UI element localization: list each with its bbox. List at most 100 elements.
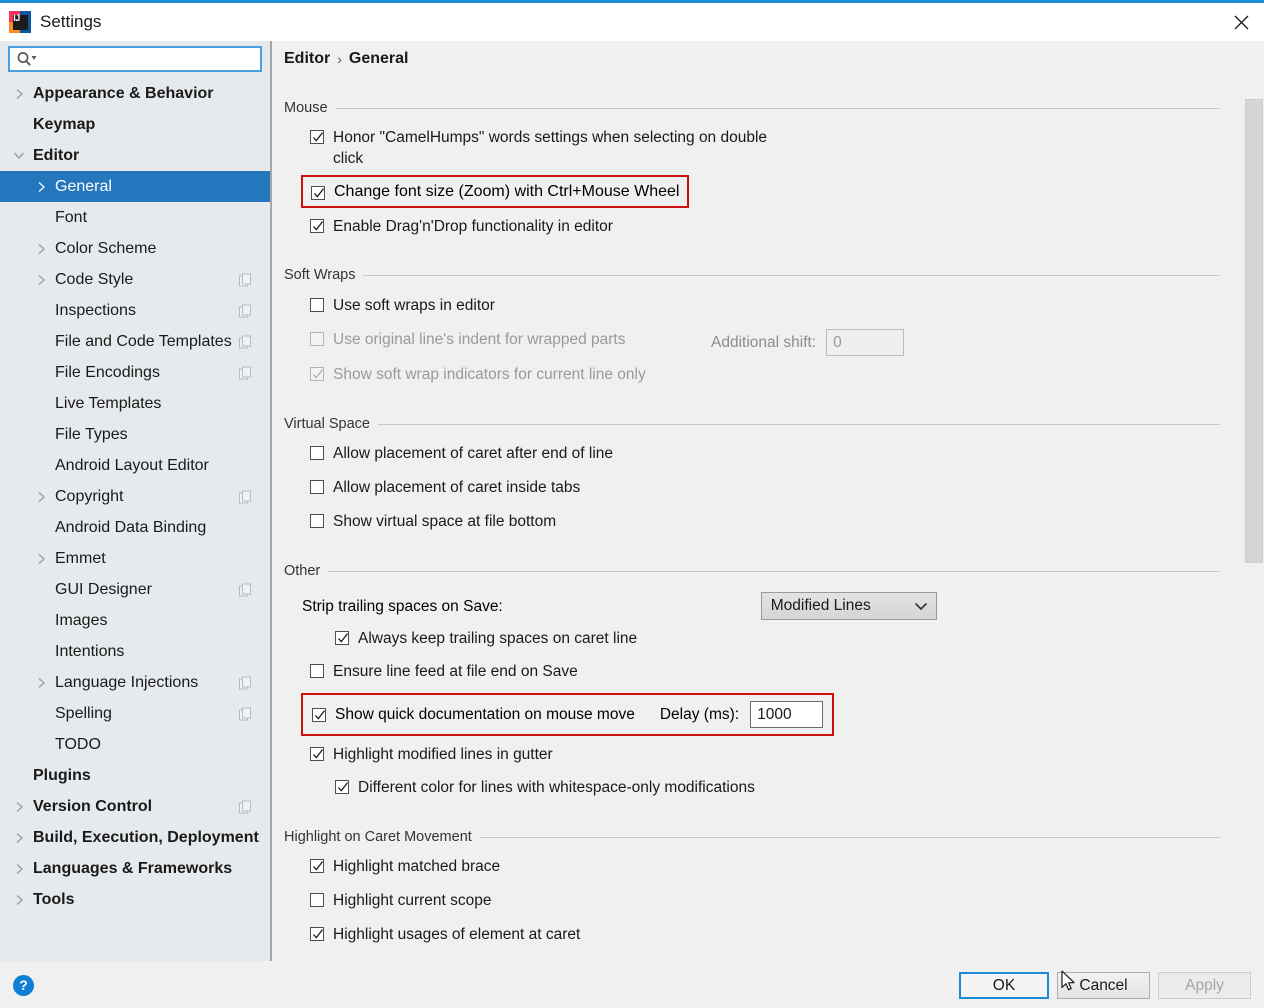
sidebar-item-font[interactable]: Font bbox=[0, 202, 270, 233]
chevron-right-icon[interactable] bbox=[32, 553, 50, 565]
highlight-box-quick-doc: Show quick documentation on mouse move D… bbox=[301, 693, 1264, 736]
sidebar-item-todo[interactable]: TODO bbox=[0, 729, 270, 760]
search-field-wrapper bbox=[8, 46, 262, 72]
sidebar-item-color-scheme[interactable]: Color Scheme bbox=[0, 233, 270, 264]
option-label: Show quick documentation on mouse move bbox=[335, 704, 635, 725]
main-scrollbar-track[interactable] bbox=[1243, 41, 1264, 961]
breadcrumb-current: General bbox=[349, 50, 409, 68]
checkbox-virtual-space-bottom[interactable] bbox=[310, 514, 324, 528]
option-highlight-modified-lines[interactable]: Highlight modified lines in gutter bbox=[310, 744, 1264, 770]
sidebar-item-file-and-code-templates[interactable]: File and Code Templates bbox=[0, 326, 270, 357]
sidebar-item-label: TODO bbox=[55, 736, 101, 754]
settings-main-panel: Editor › General Mouse Honor "CamelHumps… bbox=[272, 41, 1264, 961]
sidebar-item-language-injections[interactable]: Language Injections bbox=[0, 667, 270, 698]
option-show-soft-wrap-indicators: Show soft wrap indicators for current li… bbox=[310, 364, 1264, 390]
option-ensure-line-feed[interactable]: Ensure line feed at file end on Save bbox=[310, 661, 1264, 687]
ok-button[interactable]: OK bbox=[959, 972, 1049, 999]
checkbox-ensure-line-feed[interactable] bbox=[310, 664, 324, 678]
checkbox-caret-inside-tabs[interactable] bbox=[310, 480, 324, 494]
sidebar-item-languages-frameworks[interactable]: Languages & Frameworks bbox=[0, 853, 270, 884]
sidebar-item-keymap[interactable]: Keymap bbox=[0, 109, 270, 140]
checkbox-different-color-whitespace[interactable] bbox=[335, 780, 349, 794]
checkbox-caret-after-eol[interactable] bbox=[310, 446, 324, 460]
sidebar-item-editor[interactable]: Editor bbox=[0, 140, 270, 171]
sidebar-item-gui-designer[interactable]: GUI Designer bbox=[0, 574, 270, 605]
sidebar-item-plugins[interactable]: Plugins bbox=[0, 760, 270, 791]
checkbox-highlight-current-scope[interactable] bbox=[310, 893, 324, 907]
option-different-color-whitespace[interactable]: Different color for lines with whitespac… bbox=[335, 777, 1264, 803]
sidebar-item-code-style[interactable]: Code Style bbox=[0, 264, 270, 295]
option-highlight-matched-brace[interactable]: Highlight matched brace bbox=[310, 856, 1264, 882]
chevron-right-icon[interactable] bbox=[32, 677, 50, 689]
sidebar-item-file-types[interactable]: File Types bbox=[0, 419, 270, 450]
sidebar-item-intentions[interactable]: Intentions bbox=[0, 636, 270, 667]
sidebar-item-spelling[interactable]: Spelling bbox=[0, 698, 270, 729]
main-scrollbar-thumb[interactable] bbox=[1245, 99, 1263, 563]
checkbox-honor-camelhumps[interactable] bbox=[310, 130, 324, 144]
chevron-right-icon[interactable] bbox=[10, 894, 28, 906]
checkbox-highlight-matched-brace[interactable] bbox=[310, 859, 324, 873]
chevron-right-icon[interactable] bbox=[32, 243, 50, 255]
option-change-font-size[interactable]: Change font size (Zoom) with Ctrl+Mouse … bbox=[301, 175, 689, 208]
option-show-quick-documentation[interactable]: Show quick documentation on mouse move D… bbox=[301, 693, 834, 736]
sidebar-item-label: Intentions bbox=[55, 643, 124, 661]
sidebar-item-images[interactable]: Images bbox=[0, 605, 270, 636]
breadcrumb-parent[interactable]: Editor bbox=[284, 50, 330, 68]
copy-settings-icon bbox=[239, 366, 252, 379]
sidebar-item-copyright[interactable]: Copyright bbox=[0, 481, 270, 512]
option-caret-after-eol[interactable]: Allow placement of caret after end of li… bbox=[310, 443, 1264, 469]
chevron-right-icon[interactable] bbox=[10, 832, 28, 844]
chevron-right-icon[interactable] bbox=[10, 863, 28, 875]
option-always-keep-trailing[interactable]: Always keep trailing spaces on caret lin… bbox=[335, 628, 1264, 654]
sidebar-item-build-execution-deployment[interactable]: Build, Execution, Deployment bbox=[0, 822, 270, 853]
cancel-button[interactable]: Cancel bbox=[1057, 972, 1150, 999]
sidebar-item-tools[interactable]: Tools bbox=[0, 884, 270, 915]
section-title-soft-wraps: Soft Wraps bbox=[284, 267, 355, 283]
option-use-soft-wraps[interactable]: Use soft wraps in editor bbox=[310, 295, 1264, 321]
option-enable-dragndrop[interactable]: Enable Drag'n'Drop functionality in edit… bbox=[310, 216, 1264, 242]
sidebar-item-label: Appearance & Behavior bbox=[33, 85, 214, 103]
sidebar-item-appearance-behavior[interactable]: Appearance & Behavior bbox=[0, 78, 270, 109]
chevron-right-icon[interactable] bbox=[10, 801, 28, 813]
sidebar-item-label: Editor bbox=[33, 147, 79, 165]
option-label: Highlight current scope bbox=[333, 890, 492, 911]
sidebar-item-version-control[interactable]: Version Control bbox=[0, 791, 270, 822]
chevron-right-icon[interactable] bbox=[32, 274, 50, 286]
sidebar-item-inspections[interactable]: Inspections bbox=[0, 295, 270, 326]
option-caret-inside-tabs[interactable]: Allow placement of caret inside tabs bbox=[310, 477, 1264, 503]
option-honor-camelhumps[interactable]: Honor "CamelHumps" words settings when s… bbox=[310, 127, 780, 169]
search-input[interactable] bbox=[8, 46, 262, 72]
chevron-right-icon[interactable] bbox=[10, 88, 28, 100]
checkbox-use-soft-wraps[interactable] bbox=[310, 298, 324, 312]
sidebar-item-android-data-binding[interactable]: Android Data Binding bbox=[0, 512, 270, 543]
option-highlight-usages[interactable]: Highlight usages of element at caret bbox=[310, 924, 1264, 950]
checkbox-show-quick-documentation[interactable] bbox=[312, 708, 326, 722]
delay-input[interactable]: 1000 bbox=[750, 701, 823, 728]
checkbox-highlight-usages[interactable] bbox=[310, 927, 324, 941]
copy-settings-icon bbox=[239, 490, 252, 503]
option-highlight-current-scope[interactable]: Highlight current scope bbox=[310, 890, 1264, 916]
window-title: Settings bbox=[40, 12, 101, 32]
sidebar-item-file-encodings[interactable]: File Encodings bbox=[0, 357, 270, 388]
strip-trailing-select[interactable]: Modified Lines bbox=[761, 592, 937, 620]
copy-settings-icon bbox=[239, 583, 252, 596]
checkbox-always-keep-trailing[interactable] bbox=[335, 631, 349, 645]
section-header-other: Other bbox=[284, 561, 1220, 581]
close-icon[interactable] bbox=[1218, 3, 1264, 41]
checkbox-enable-dragndrop[interactable] bbox=[310, 219, 324, 233]
sidebar-item-label: Color Scheme bbox=[55, 240, 156, 258]
checkbox-highlight-modified-lines[interactable] bbox=[310, 747, 324, 761]
sidebar-item-general[interactable]: General bbox=[0, 171, 270, 202]
section-header-caret-movement: Highlight on Caret Movement bbox=[284, 827, 1220, 847]
strip-trailing-selected-value: Modified Lines bbox=[771, 597, 871, 615]
sidebar-item-emmet[interactable]: Emmet bbox=[0, 543, 270, 574]
chevron-right-icon[interactable] bbox=[32, 181, 50, 193]
sidebar-item-live-templates[interactable]: Live Templates bbox=[0, 388, 270, 419]
checkbox-change-font-size[interactable] bbox=[311, 186, 325, 200]
sidebar-item-android-layout-editor[interactable]: Android Layout Editor bbox=[0, 450, 270, 481]
chevron-down-icon[interactable] bbox=[10, 151, 28, 160]
option-virtual-space-bottom[interactable]: Show virtual space at file bottom bbox=[310, 511, 1264, 537]
breadcrumb-separator-icon: › bbox=[337, 51, 342, 67]
chevron-right-icon[interactable] bbox=[32, 491, 50, 503]
help-icon[interactable]: ? bbox=[13, 975, 34, 996]
